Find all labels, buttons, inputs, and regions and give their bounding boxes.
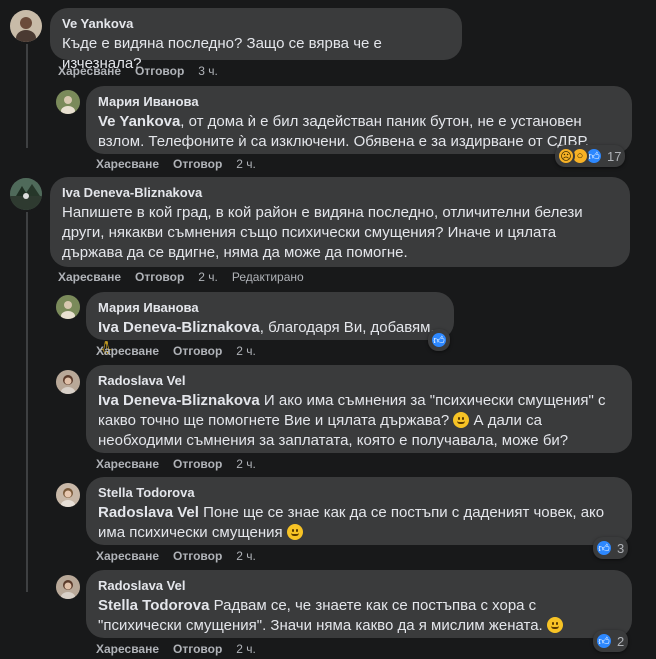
comment-author[interactable]: Radoslava Vel [98,578,620,594]
comment-text: Ve Yankova, от дома ѝ е бил задействан п… [98,113,589,150]
reply-button[interactable]: Отговор [135,270,184,284]
reactions-summary[interactable]: ☹ ○ 👍︎ 17 [555,145,626,167]
like-button[interactable]: Харесване [96,344,159,358]
comment-actions: Харесване Отговор 2 ч. [96,548,270,564]
timestamp[interactable]: 2 ч. [236,642,256,656]
mention-link[interactable]: Ve Yankova [98,113,180,130]
like-button[interactable]: Харесване [58,270,121,284]
reactions-summary[interactable]: 👍︎ [428,329,450,351]
thread-line [26,212,28,592]
comment-actions: Харесване Отговор 2 ч. [96,156,270,172]
comment-author[interactable]: Ve Yankova [62,16,450,32]
comment-bubble: Stella Todorova Radoslava Vel Поне ще се… [86,477,632,545]
like-button[interactable]: Харесване [96,642,159,656]
comment-actions: Харесване Отговор 2 ч. [96,343,270,359]
like-button[interactable]: Харесване [96,157,159,171]
like-icon: 👍︎ [430,331,448,349]
avatar[interactable] [10,10,42,42]
reaction-count: 17 [607,148,622,164]
comment-bubble: Мария Иванова Iva Deneva-Bliznakova, бла… [86,292,454,355]
avatar[interactable] [56,370,80,394]
avatar[interactable] [56,575,80,599]
smile-emoji-icon [546,617,563,633]
avatar[interactable] [56,483,80,507]
comment-bubble: Мария Иванова Ve Yankova, от дома ѝ е би… [86,86,632,154]
reply-button[interactable]: Отговор [173,642,222,656]
mention-link[interactable]: Iva Deneva-Bliznakova [98,319,260,336]
mention-link[interactable]: Radoslava Vel [98,504,199,521]
comment-text: Напишете в кой град, в кой район е видян… [62,204,583,261]
reply-button[interactable]: Отговор [135,64,184,78]
wink-emoji-icon [453,412,470,428]
timestamp[interactable]: 2 ч. [236,157,256,171]
like-button[interactable]: Харесване [96,549,159,563]
comment-text: Radoslava Vel Поне ще се знае как да се … [98,504,605,541]
comment-actions: Харесване Отговор 2 ч. [96,456,270,472]
comment-text: Iva Deneva-Bliznakova И ако има съмнения… [98,392,606,449]
timestamp[interactable]: 2 ч. [236,549,256,563]
reaction-count: 3 [617,540,625,556]
reply-button[interactable]: Отговор [173,457,222,471]
comment-actions: Харесване Отговор 3 ч. [58,63,232,79]
like-button[interactable]: Харесване [58,64,121,78]
comment-actions: Харесване Отговор 2 ч. Редактирано [58,269,318,285]
reaction-count: 2 [617,633,625,649]
comment-actions: Харесване Отговор 2 ч. [96,641,270,657]
timestamp[interactable]: 3 ч. [198,64,218,78]
like-button[interactable]: Харесване [96,457,159,471]
reply-button[interactable]: Отговор [173,549,222,563]
comment-author[interactable]: Radoslava Vel [98,373,620,389]
timestamp[interactable]: 2 ч. [236,344,256,358]
avatar[interactable] [56,90,80,114]
timestamp[interactable]: 2 ч. [236,457,256,471]
comment-author[interactable]: Iva Deneva-Bliznakova [62,185,618,201]
like-icon: 👍︎ [595,632,613,650]
smile-emoji-icon [286,524,303,540]
comment-author[interactable]: Мария Иванова [98,300,442,316]
comment-bubble: Radoslava Vel Stella Todorova Радвам се,… [86,570,632,638]
reply-button[interactable]: Отговор [173,344,222,358]
avatar[interactable] [10,178,42,210]
comment-bubble: Radoslava Vel Iva Deneva-Bliznakova И ак… [86,365,632,453]
comment-bubble: Ve Yankova Къде е видяна последно? Защо … [50,8,462,72]
timestamp[interactable]: 2 ч. [198,270,218,284]
reply-button[interactable]: Отговор [173,157,222,171]
reactions-summary[interactable]: 👍︎ 2 [593,630,629,652]
sad-face-icon: ☹ [557,147,575,165]
comment-text: Stella Todorova Радвам се, че знаете как… [98,596,620,636]
avatar[interactable] [56,295,80,319]
edited-label: Редактирано [231,270,304,284]
comment-bubble: Iva Deneva-Bliznakova Напишете в кой гра… [50,177,630,267]
like-icon: 👍︎ [595,539,613,557]
comment-author[interactable]: Stella Todorova [98,485,620,501]
comment-author[interactable]: Мария Иванова [98,94,620,110]
mention-link[interactable]: Iva Deneva-Bliznakova [98,392,260,409]
thread-line [26,44,28,148]
reactions-summary[interactable]: 👍︎ 3 [593,537,629,559]
mention-link[interactable]: Stella Todorova [98,597,209,614]
